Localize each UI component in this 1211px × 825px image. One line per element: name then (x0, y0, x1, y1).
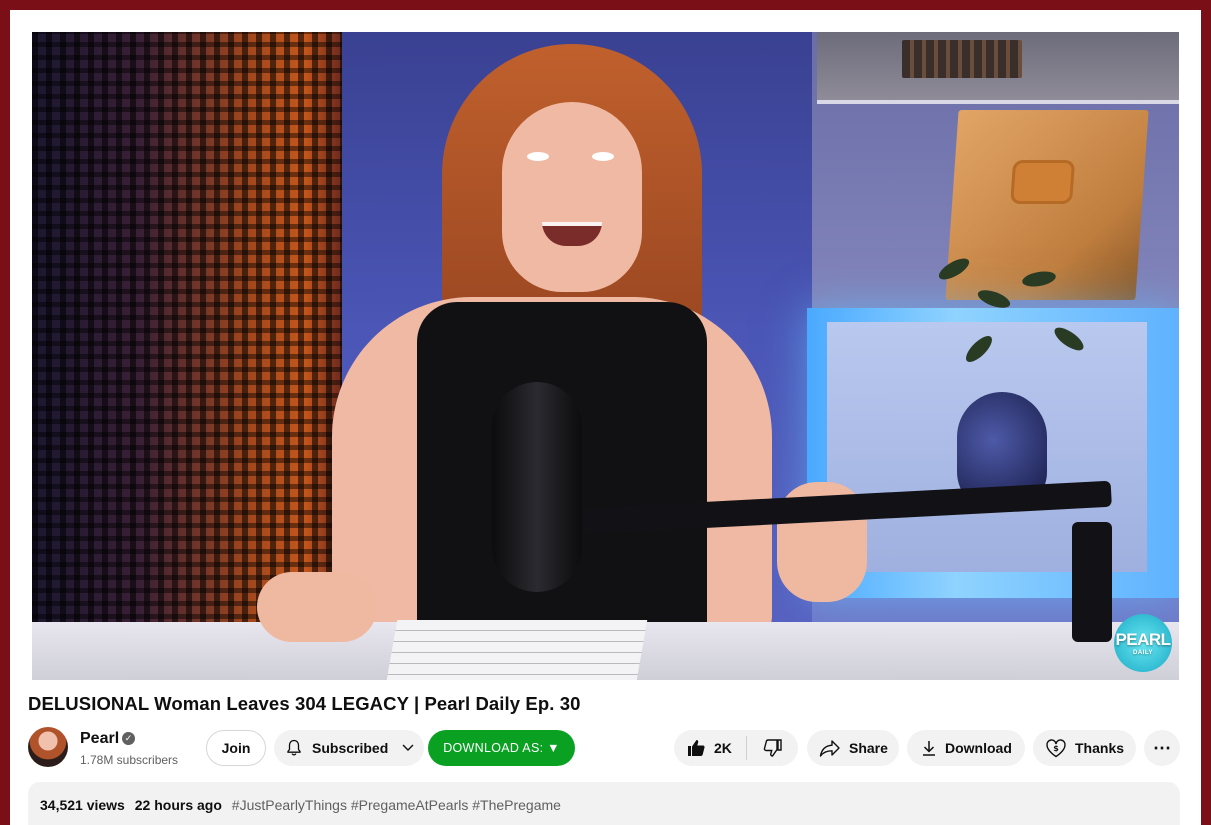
channel-avatar[interactable] (28, 727, 68, 767)
dislike-button[interactable] (747, 730, 798, 766)
upload-age: 22 hours ago (134, 797, 222, 813)
view-count: 34,521 views (40, 797, 125, 813)
verified-check-icon: ✓ (122, 732, 135, 745)
share-arrow-icon (819, 740, 840, 757)
share-label: Share (849, 740, 888, 756)
share-button[interactable]: Share (807, 730, 899, 766)
thanks-button[interactable]: $ Thanks (1033, 730, 1136, 766)
mic-arm-post (1072, 522, 1112, 642)
thumbs-up-icon (688, 740, 705, 756)
host-eye (592, 152, 614, 161)
hashtags[interactable]: #JustPearlyThings #PregameAtPearls #TheP… (232, 797, 561, 813)
join-button[interactable]: Join (206, 730, 266, 766)
video-title: DELUSIONAL Woman Leaves 304 LEGACY | Pea… (28, 693, 581, 714)
thumbs-down-icon (763, 739, 782, 757)
download-as-label: DOWNLOAD AS: ▼ (443, 741, 560, 755)
channel-watermark: PEARL DAILY (1114, 614, 1172, 672)
more-icon: ⋯ (1153, 737, 1171, 758)
download-button[interactable]: Download (907, 730, 1025, 766)
join-label: Join (221, 740, 251, 756)
subscriber-count: 1.78M subscribers (80, 753, 179, 767)
like-count: 2K (714, 740, 732, 756)
host-eye (527, 152, 549, 161)
description-meta: 34,521 views 22 hours ago #JustPearlyThi… (40, 797, 561, 813)
host-hand (257, 572, 377, 642)
description-box[interactable]: 34,521 views 22 hours ago #JustPearlyThi… (28, 782, 1180, 825)
bell-icon (287, 739, 301, 756)
microphone (492, 382, 582, 592)
watermark-text: PEARL (1115, 630, 1171, 649)
subscribed-label: Subscribed (312, 740, 389, 756)
acoustic-panel (32, 32, 342, 632)
download-label: Download (945, 740, 1012, 756)
download-as-button[interactable]: DOWNLOAD AS: ▼ (428, 730, 575, 766)
host-face (502, 102, 642, 292)
page-frame: PEARL DAILY DELUSIONAL Woman Leaves 304 … (10, 10, 1201, 825)
super-thanks-icon: $ (1046, 739, 1066, 758)
svg-text:$: $ (1053, 744, 1059, 753)
channel-name[interactable]: Pearl (80, 730, 119, 748)
video-player[interactable]: PEARL DAILY (32, 32, 1179, 680)
subscribed-button[interactable]: Subscribed (274, 730, 424, 766)
books (902, 40, 1022, 78)
download-icon (923, 741, 935, 756)
like-button[interactable]: 2K (674, 730, 746, 766)
watermark-subtext: DAILY (1133, 650, 1153, 656)
more-actions-button[interactable]: ⋯ (1144, 730, 1180, 766)
like-dislike-bar: 2K (674, 730, 798, 766)
thanks-label: Thanks (1075, 740, 1125, 756)
paper-sheet (386, 620, 648, 680)
chevron-down-icon (402, 744, 414, 751)
